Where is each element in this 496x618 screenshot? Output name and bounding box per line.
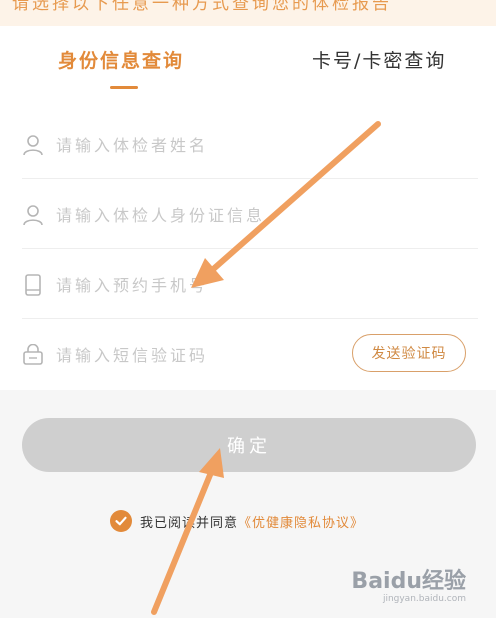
phone-icon: [22, 274, 44, 296]
send-code-button[interactable]: 发送验证码: [352, 334, 466, 372]
phone-row: [22, 250, 478, 319]
sms-code-input[interactable]: [54, 338, 298, 372]
agreement-checkbox[interactable]: [110, 510, 132, 532]
lock-icon: [22, 344, 44, 366]
confirm-button[interactable]: 确定: [22, 418, 476, 472]
phone-input[interactable]: [54, 268, 358, 302]
agreement-text: 我已阅读并同意: [140, 515, 239, 531]
query-card: 身份信息查询 卡号/卡密查询 发送验证码: [0, 26, 496, 390]
active-tab-indicator: [110, 86, 138, 89]
tab-card-query[interactable]: 卡号/卡密查询: [312, 46, 446, 76]
id-card-row: [22, 180, 478, 249]
user-icon: [22, 204, 44, 226]
checkmark-icon: [115, 516, 127, 526]
name-input[interactable]: [54, 128, 358, 162]
arrow-to-confirm: [151, 467, 215, 615]
baidu-jingyan-watermark: Baidu经验 jingyan.baidu.com: [351, 569, 466, 605]
tab-id-query[interactable]: 身份信息查询: [58, 46, 184, 76]
user-icon: [22, 134, 44, 156]
name-row: [22, 110, 478, 179]
sms-code-row: 发送验证码: [22, 320, 478, 388]
privacy-policy-link[interactable]: 《优健康隐私协议》: [238, 512, 364, 531]
top-banner: 请选择以下任意一种方式查询您的体检报告: [0, 0, 496, 26]
id-card-input[interactable]: [54, 198, 358, 232]
agreement-row: 我已阅读并同意 《优健康隐私协议》: [110, 508, 364, 534]
